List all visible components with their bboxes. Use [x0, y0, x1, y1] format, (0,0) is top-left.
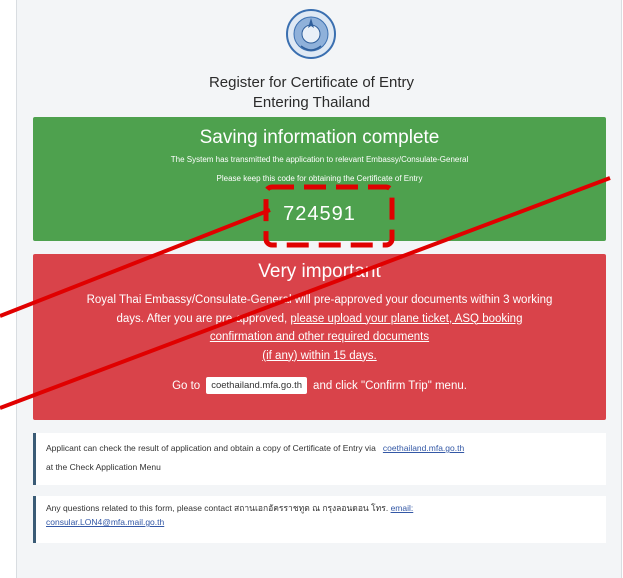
- upload-link[interactable]: please upload your plane ticket, ASQ boo…: [290, 313, 522, 325]
- page-title-line1: Register for Certificate of Entry: [208, 74, 415, 91]
- result-info-text2: at the Check Application Menu: [46, 462, 161, 472]
- goto-suffix: and click "Confirm Trip" menu.: [313, 379, 467, 392]
- important-line2-text: days. After you are pre-approved,: [116, 312, 291, 325]
- success-heading: Saving information complete: [199, 127, 440, 148]
- email-link[interactable]: consular.LON4@mfa.mail.go.th: [46, 517, 164, 527]
- contact-text: Any questions related to this form, plea…: [46, 503, 389, 513]
- page-title-line2: Entering Thailand: [252, 94, 371, 111]
- important-body: Royal Thai Embassy/Consulate-General wil…: [47, 291, 592, 365]
- result-info-note: Applicant can check the result of applic…: [33, 433, 606, 485]
- important-line1: Royal Thai Embassy/Consulate-General wil…: [86, 294, 553, 306]
- code-instruction: Please keep this code for obtaining the …: [216, 174, 423, 183]
- goto-prefix: Go to: [172, 379, 201, 392]
- important-heading: Very important: [258, 261, 381, 282]
- contact-note: Any questions related to this form, plea…: [33, 496, 606, 543]
- thai-government-seal-icon: [286, 9, 336, 59]
- upload-link-line3[interactable]: confirmation and other required document…: [47, 328, 592, 347]
- site-chip[interactable]: coethailand.mfa.go.th: [206, 377, 308, 394]
- coethailand-link[interactable]: coethailand.mfa.go.th: [383, 443, 464, 453]
- important-line2: days. After you are pre-approved, please…: [47, 310, 592, 329]
- email-label-link[interactable]: email:: [391, 503, 414, 513]
- goto-row: Go to coethailand.mfa.go.th and click "C…: [33, 377, 606, 394]
- result-info-text: Applicant can check the result of applic…: [46, 443, 376, 453]
- success-message: The System has transmitted the applicati…: [170, 155, 469, 164]
- certificate-code: 724591: [283, 203, 356, 225]
- upload-link-line4[interactable]: (if any) within 15 days.: [47, 347, 592, 366]
- success-panel: Saving information complete The System h…: [33, 117, 606, 241]
- important-panel: Very important Royal Thai Embassy/Consul…: [33, 254, 606, 420]
